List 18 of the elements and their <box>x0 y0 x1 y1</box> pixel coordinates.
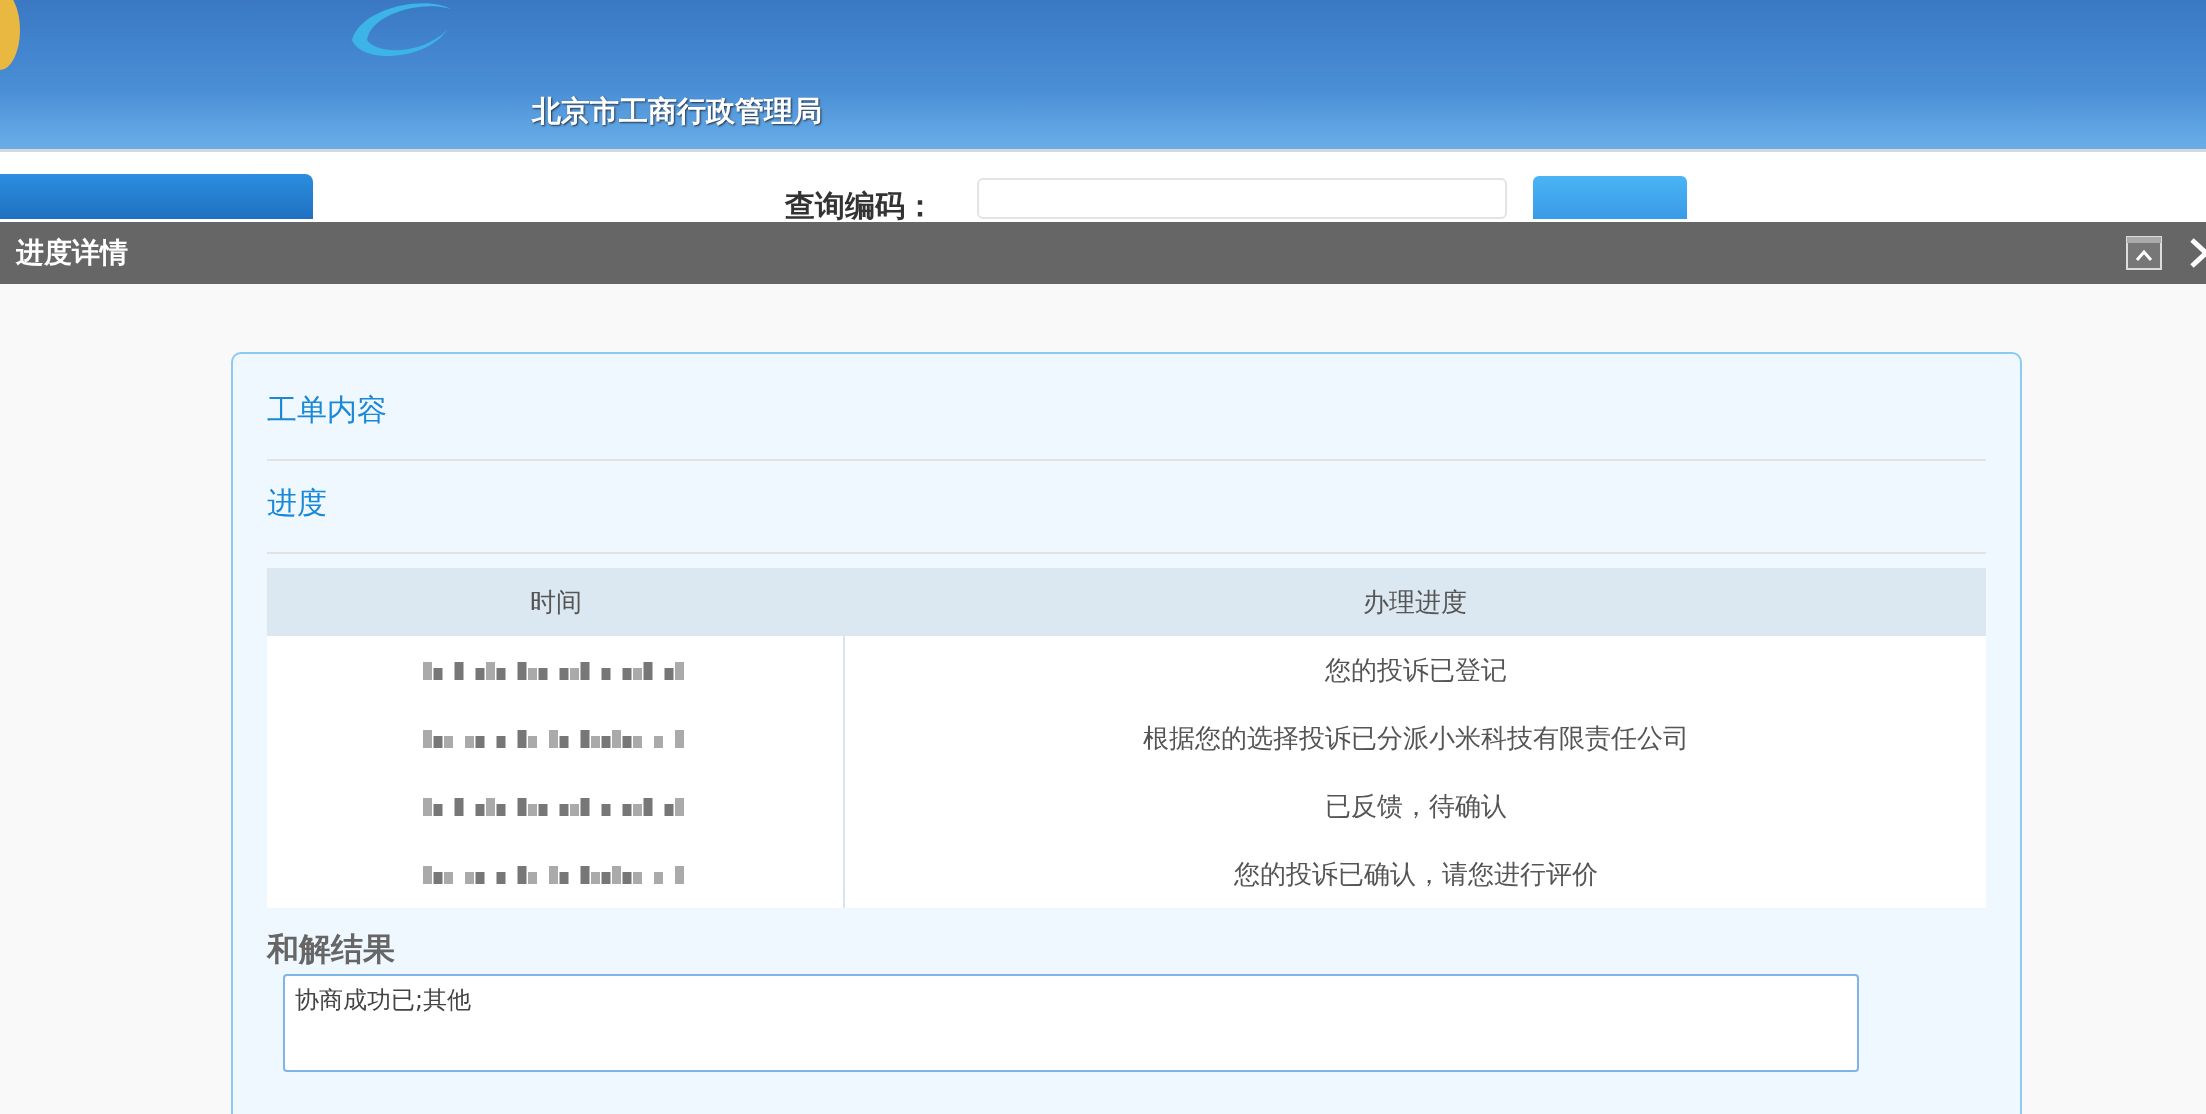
restore-icon[interactable] <box>2126 236 2162 270</box>
query-code-field[interactable] <box>977 178 1507 219</box>
section-heading: 工单内容 <box>267 391 388 429</box>
column-header: 办理进度 <box>844 568 1986 636</box>
query-code-label: 查询编码： <box>785 188 935 224</box>
tab-button[interactable] <box>0 174 313 219</box>
dialog-title: 进度详情 <box>16 235 128 271</box>
column-header: 时间 <box>267 568 844 636</box>
table-cell: 根据您的选择投诉已分派小米科技有限责任公司 <box>844 704 1986 772</box>
close-icon[interactable] <box>2190 236 2206 270</box>
query-button[interactable] <box>1533 176 1687 219</box>
table-cell: 您的投诉已登记 <box>844 636 1986 704</box>
table-cell: 已反馈，待确认 <box>844 772 1986 840</box>
site-subtitle: 北京市工商行政管理局 <box>532 93 823 130</box>
result-heading: 和解结果 <box>267 930 396 969</box>
result-field[interactable]: 协商成功已;其他 <box>283 974 1859 1073</box>
section-heading: 进度 <box>267 484 328 522</box>
table-cell: 您的投诉已确认，请您进行评价 <box>844 840 1986 908</box>
